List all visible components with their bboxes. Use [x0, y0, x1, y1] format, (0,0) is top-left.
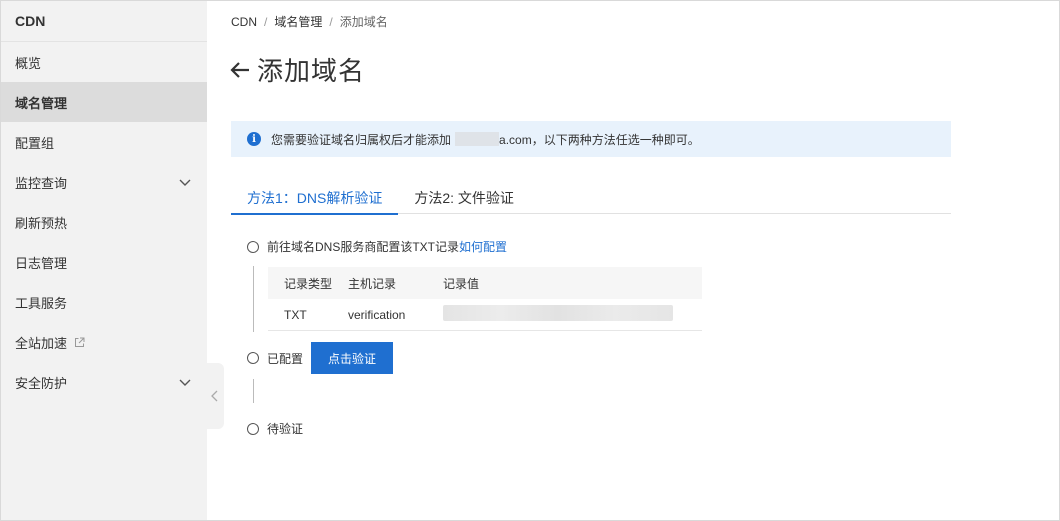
redacted-record-value: [443, 305, 673, 321]
external-link-icon: [75, 337, 85, 347]
step-connector: [253, 266, 254, 332]
chevron-down-icon: [179, 379, 191, 386]
sidebar-item-label: 安全防护: [15, 375, 68, 391]
breadcrumb-item-cdn[interactable]: CDN: [231, 15, 257, 29]
sidebar-item-logs[interactable]: 日志管理: [1, 242, 207, 282]
back-arrow-icon[interactable]: [229, 59, 251, 81]
sidebar-item-monitoring[interactable]: 监控查询: [1, 162, 207, 202]
header-record-value: 记录值: [443, 276, 480, 291]
notice-text-suffix: a.com，以下两种方法任选一种即可。: [499, 132, 700, 147]
header-record-type: 记录类型: [284, 276, 333, 291]
sidebar: CDN 概览 域名管理 配置组 监控查询 刷新预热 日志管理 工具服务 全站加速…: [1, 1, 207, 520]
step-pending-verification: 待验证: [247, 420, 303, 437]
sidebar-item-overview[interactable]: 概览: [1, 42, 207, 82]
tab-file-verification[interactable]: 方法2: 文件验证: [398, 186, 530, 214]
step-configured: 已配置 点击验证: [247, 342, 394, 374]
sidebar-item-domain-management[interactable]: 域名管理: [1, 82, 207, 122]
sidebar-item-label: 域名管理: [15, 95, 68, 111]
sidebar-item-refresh-preload[interactable]: 刷新预热: [1, 202, 207, 242]
step1-text: 前往域名DNS服务商配置该TXT记录: [267, 240, 460, 254]
step-radio: [247, 422, 259, 435]
breadcrumb-separator: /: [264, 14, 268, 29]
chevron-down-icon: [179, 179, 191, 186]
header-host-record: 主机记录: [348, 276, 397, 291]
table-row: TXT verification: [268, 299, 702, 331]
main-content: CDN / 域名管理 / 添加域名 添加域名 i 您需要验证域名归属权后才能添加…: [207, 1, 1059, 520]
sidebar-item-config-group[interactable]: 配置组: [1, 122, 207, 162]
sidebar-item-label: 概览: [15, 55, 42, 71]
sidebar-item-label: 全站加速: [15, 335, 68, 351]
sidebar-title: CDN: [1, 1, 207, 42]
breadcrumb-item-domain-management[interactable]: 域名管理: [274, 13, 322, 30]
cell-record-type: TXT: [284, 307, 307, 322]
breadcrumb-item-current: 添加域名: [339, 15, 388, 29]
sidebar-item-label: 工具服务: [15, 295, 68, 311]
info-icon: i: [247, 132, 261, 146]
page-title: 添加域名: [257, 56, 366, 86]
redacted-domain: [455, 132, 500, 146]
sidebar-item-label: 刷新预热: [15, 215, 68, 231]
how-to-configure-link[interactable]: 如何配置: [459, 238, 507, 255]
step2-text: 已配置: [267, 351, 304, 366]
step3-text: 待验证: [267, 422, 304, 436]
sidebar-item-label: 监控查询: [15, 175, 68, 191]
step-connector: [253, 379, 254, 403]
cell-record-value[interactable]: [443, 305, 702, 324]
tab-dns-verification[interactable]: 方法1：DNS解析验证: [231, 186, 399, 215]
verify-button[interactable]: 点击验证: [311, 342, 394, 374]
step-configure-txt: 前往域名DNS服务商配置该TXT记录 如何配置: [247, 238, 507, 255]
verification-method-tabs: 方法1：DNS解析验证 方法2: 文件验证: [231, 186, 951, 215]
info-notice: i 您需要验证域名归属权后才能添加 a.com，以下两种方法任选一种即可。: [231, 121, 951, 157]
sidebar-item-tools[interactable]: 工具服务: [1, 282, 207, 322]
table-header-row: 记录类型 主机记录 记录值: [268, 267, 702, 299]
sidebar-item-label: 配置组: [15, 135, 55, 151]
sidebar-item-security[interactable]: 安全防护: [1, 362, 207, 402]
cell-host-record: verification: [348, 307, 406, 322]
step-radio: [247, 352, 259, 364]
txt-record-table: 记录类型 主机记录 记录值 TXT verification: [268, 267, 702, 331]
breadcrumb: CDN / 域名管理 / 添加域名: [231, 13, 388, 30]
notice-text-prefix: 您需要验证域名归属权后才能添加: [271, 132, 452, 147]
title-row: 添加域名: [229, 51, 365, 88]
breadcrumb-separator: /: [329, 14, 333, 29]
sidebar-item-label: 日志管理: [15, 255, 68, 271]
step-radio: [247, 240, 259, 253]
sidebar-item-site-acceleration[interactable]: 全站加速: [1, 322, 207, 362]
